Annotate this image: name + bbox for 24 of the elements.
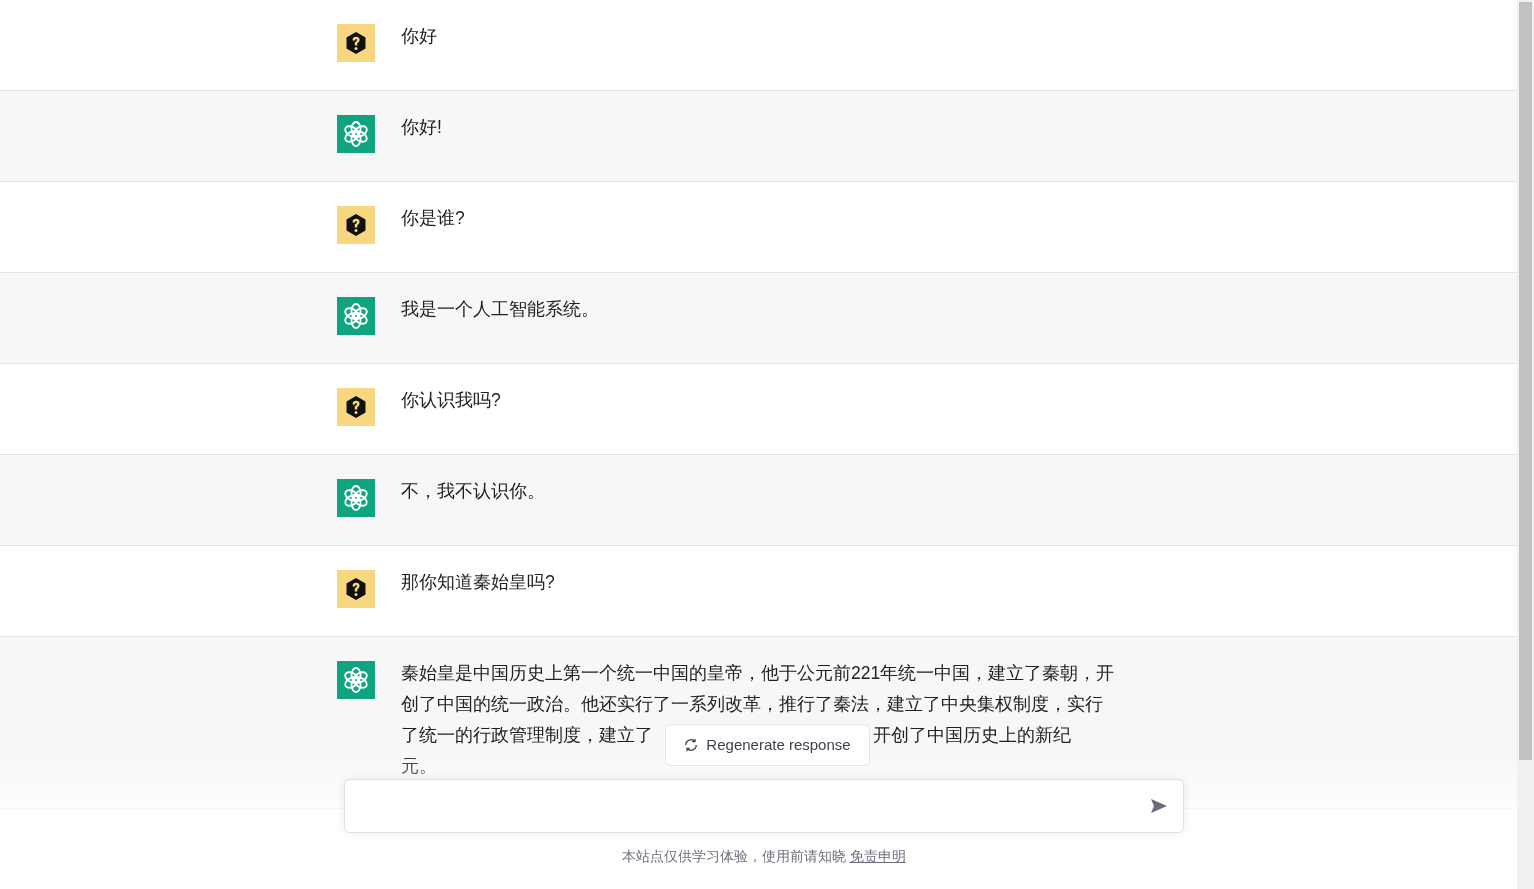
scrollbar-thumb[interactable] [1519,2,1532,760]
send-icon[interactable] [1150,799,1167,813]
message-text: 不，我不认识你。 [401,480,545,503]
message-text: 创了中国的统一政治。他还实行了一系列改革，推行了秦法，建立了中央集权制度，实行 [401,693,1103,716]
disclaimer-link[interactable]: 免责申明 [849,846,906,867]
knot-logo-icon [337,661,375,699]
message-text: 秦始皇是中国历史上第一个统一中国的皇帝，他于公元前221年统一中国，建立了秦朝，开 [401,662,1115,685]
message-text: 那你知道秦始皇吗? [401,571,555,594]
scrollbar[interactable] [1517,0,1534,889]
message-input[interactable] [343,779,1184,833]
knot-logo-icon [337,115,375,153]
knot-logo-icon [337,479,375,517]
knot-logo-icon [337,297,375,335]
message-text: 开创了中国历史上的新纪 [873,724,1072,747]
message-text: 你好 [401,25,437,48]
message-text: 你认识我吗? [401,389,501,412]
message-text: 元。 [401,755,437,778]
message-text: 了统一的行政管理制度，建立了 [401,724,653,747]
message-text: 你好! [401,116,442,139]
footer-text: 本站点仅供学习体验，使用前请知晓 [621,847,846,866]
regenerate-button[interactable]: Regenerate response [665,724,870,766]
message-text: 你是谁? [401,207,465,230]
refresh-icon [684,738,699,752]
message-text: 我是一个人工智能系统。 [401,298,599,321]
